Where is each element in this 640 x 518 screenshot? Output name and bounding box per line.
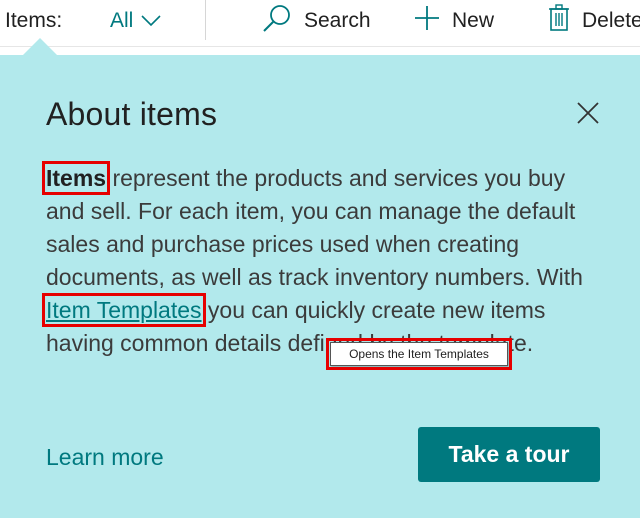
search-button[interactable]: Search xyxy=(262,5,371,35)
delete-label: Delete xyxy=(582,9,640,32)
toolbar-divider xyxy=(205,0,206,40)
delete-button[interactable]: Delete xyxy=(548,4,640,38)
items-term: Items xyxy=(41,161,111,195)
search-label: Search xyxy=(304,9,371,32)
plus-icon xyxy=(414,5,452,37)
bubble-title: About items xyxy=(46,96,218,132)
view-filter-label: All xyxy=(110,9,134,32)
bubble-pointer xyxy=(22,38,58,56)
search-icon xyxy=(262,3,304,39)
close-icon xyxy=(574,102,602,131)
bubble-body: Items represent the products and service… xyxy=(41,161,606,360)
close-button[interactable] xyxy=(574,99,602,127)
view-filter-dropdown[interactable]: All xyxy=(110,9,161,33)
body-text-1: represent the products and services you … xyxy=(46,165,583,290)
learn-more-link[interactable]: Learn more xyxy=(46,444,164,471)
item-templates-link[interactable]: Item Templates xyxy=(42,293,206,327)
take-a-tour-button[interactable]: Take a tour xyxy=(418,427,600,482)
command-bar: Items: All Search New Delete xyxy=(0,0,640,47)
teaching-bubble: About items Items represent the products… xyxy=(0,55,640,518)
page-title: Items: xyxy=(5,9,63,32)
new-button[interactable]: New xyxy=(414,5,495,37)
link-tooltip: Opens the Item Templates xyxy=(326,338,512,370)
chevron-down-icon xyxy=(141,9,161,33)
new-label: New xyxy=(452,9,495,32)
trash-icon xyxy=(548,4,582,38)
